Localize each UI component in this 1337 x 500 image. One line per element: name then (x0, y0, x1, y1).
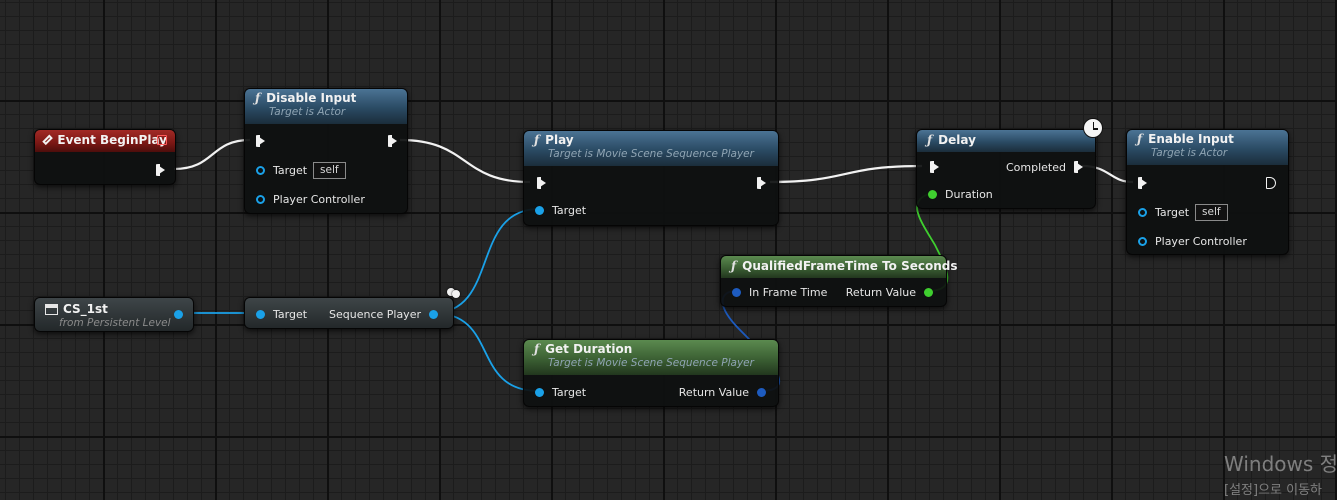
target-pin[interactable] (1138, 207, 1147, 217)
duration-label: Duration (945, 187, 993, 201)
event-beginplay-title: Event BeginPlay (57, 133, 167, 147)
exec-wire-beginplay-disableinput (173, 138, 251, 171)
delay-title: Delay (938, 133, 976, 147)
target-pin[interactable] (256, 165, 265, 175)
get-duration-header[interactable]: ƒ Get Duration Target is Movie Scene Sequ… (524, 340, 778, 375)
delay-node[interactable]: ƒ Delay Completed Duration (916, 129, 1096, 209)
target-label: Target (552, 385, 587, 399)
cs-1st-header[interactable]: CS_1st from Persistent Level (35, 298, 193, 331)
sequence-player-label: Sequence Player (329, 307, 421, 321)
exec-in-pin[interactable] (537, 177, 546, 189)
qualified-frame-time-title: QualifiedFrameTime To Seconds (742, 259, 958, 273)
function-f-icon: ƒ (731, 259, 737, 273)
disable-input-node[interactable]: ƒ Disable Input Target is Actor Target se… (244, 88, 408, 214)
exec-out-pin[interactable] (156, 164, 165, 176)
enable-input-subtitle: Target is Actor (1151, 147, 1228, 159)
play-node[interactable]: ƒ Play Target is Movie Scene Sequence Pla… (523, 130, 779, 226)
target-label: Target (273, 163, 308, 177)
disable-input-header[interactable]: ƒ Disable Input Target is Actor (245, 89, 407, 124)
target-pin[interactable] (535, 387, 544, 397)
disable-input-title: Disable Input (266, 91, 357, 105)
in-frame-time-pin[interactable] (732, 287, 741, 297)
watermark-line-2: [설정]으로 이동하 (1224, 483, 1322, 498)
function-f-icon: ƒ (255, 91, 261, 105)
function-f-icon: ƒ (927, 133, 933, 147)
actor-out-pin[interactable] (174, 309, 183, 319)
clock-icon (1083, 118, 1103, 138)
completed-label: Completed (1006, 160, 1066, 174)
function-f-icon: ƒ (1137, 132, 1143, 146)
return-value-pin[interactable] (757, 387, 766, 397)
watermark-line-1: Windows 정 (1224, 452, 1337, 476)
windows-activation-watermark: Windows 정 [설정]으로 이동하 (1224, 448, 1337, 498)
cs-1st-title: CS_1st (63, 302, 108, 316)
get-duration-title: Get Duration (545, 342, 633, 356)
player-controller-pin[interactable] (1138, 236, 1147, 246)
target-pin[interactable] (256, 309, 265, 319)
get-duration-subtitle: Target is Movie Scene Sequence Player (548, 357, 754, 369)
sequence-player-node[interactable]: Target Sequence Player (244, 297, 454, 329)
exec-in-pin[interactable] (1138, 177, 1147, 189)
play-title: Play (545, 133, 574, 147)
player-controller-label: Player Controller (273, 192, 365, 206)
exec-wire-disableinput-play (399, 138, 531, 184)
cs-1st-node[interactable]: CS_1st from Persistent Level (34, 297, 194, 332)
exec-out-pin-unconnected[interactable] (1266, 177, 1276, 189)
exec-wire-play-delay (769, 164, 923, 184)
target-pin[interactable] (535, 205, 544, 215)
event-beginplay-header[interactable]: Event BeginPlay (35, 130, 175, 152)
event-replicate-icon (157, 135, 167, 145)
exec-out-pin[interactable] (757, 177, 766, 189)
player-controller-pin[interactable] (256, 194, 265, 204)
completed-exec-pin[interactable] (1074, 161, 1083, 173)
enable-input-header[interactable]: ƒ Enable Input Target is Actor (1127, 130, 1288, 165)
return-value-label: Return Value (678, 385, 749, 399)
function-f-icon: ƒ (534, 133, 540, 147)
return-value-label: Return Value (845, 285, 916, 299)
return-value-pin[interactable] (924, 287, 933, 297)
qualified-frame-time-header[interactable]: ƒ QualifiedFrameTime To Seconds (721, 256, 958, 278)
event-beginplay-node[interactable]: Event BeginPlay (34, 129, 176, 185)
in-frame-time-label: In Frame Time (749, 285, 828, 299)
play-header[interactable]: ƒ Play Target is Movie Scene Sequence Pla… (524, 131, 778, 166)
enable-input-node[interactable]: ƒ Enable Input Target is Actor Target sel… (1126, 129, 1289, 255)
event-diamond-icon (42, 134, 54, 146)
wire-knot-icon[interactable] (447, 286, 461, 298)
cs-1st-subtitle: from Persistent Level (59, 317, 171, 329)
target-self-field[interactable]: self (313, 161, 346, 179)
get-duration-node[interactable]: ƒ Get Duration Target is Movie Scene Sequ… (523, 339, 779, 407)
enable-input-title: Enable Input (1148, 132, 1234, 146)
function-f-icon: ƒ (534, 342, 540, 356)
target-label: Target (552, 203, 587, 217)
target-label: Target (1155, 205, 1190, 219)
target-label: Target (273, 307, 308, 321)
target-self-field[interactable]: self (1195, 203, 1228, 221)
qualified-frame-time-node[interactable]: ƒ QualifiedFrameTime To Seconds In Frame … (720, 255, 958, 307)
sequence-player-pin[interactable] (429, 309, 438, 319)
delay-header[interactable]: ƒ Delay (917, 130, 1095, 152)
exec-in-pin[interactable] (256, 135, 265, 147)
disable-input-subtitle: Target is Actor (269, 106, 346, 118)
exec-out-pin[interactable] (388, 135, 397, 147)
play-subtitle: Target is Movie Scene Sequence Player (548, 148, 754, 160)
clapperboard-icon (45, 303, 58, 315)
duration-pin[interactable] (928, 189, 937, 199)
player-controller-label: Player Controller (1155, 234, 1247, 248)
exec-in-pin[interactable] (930, 161, 939, 173)
